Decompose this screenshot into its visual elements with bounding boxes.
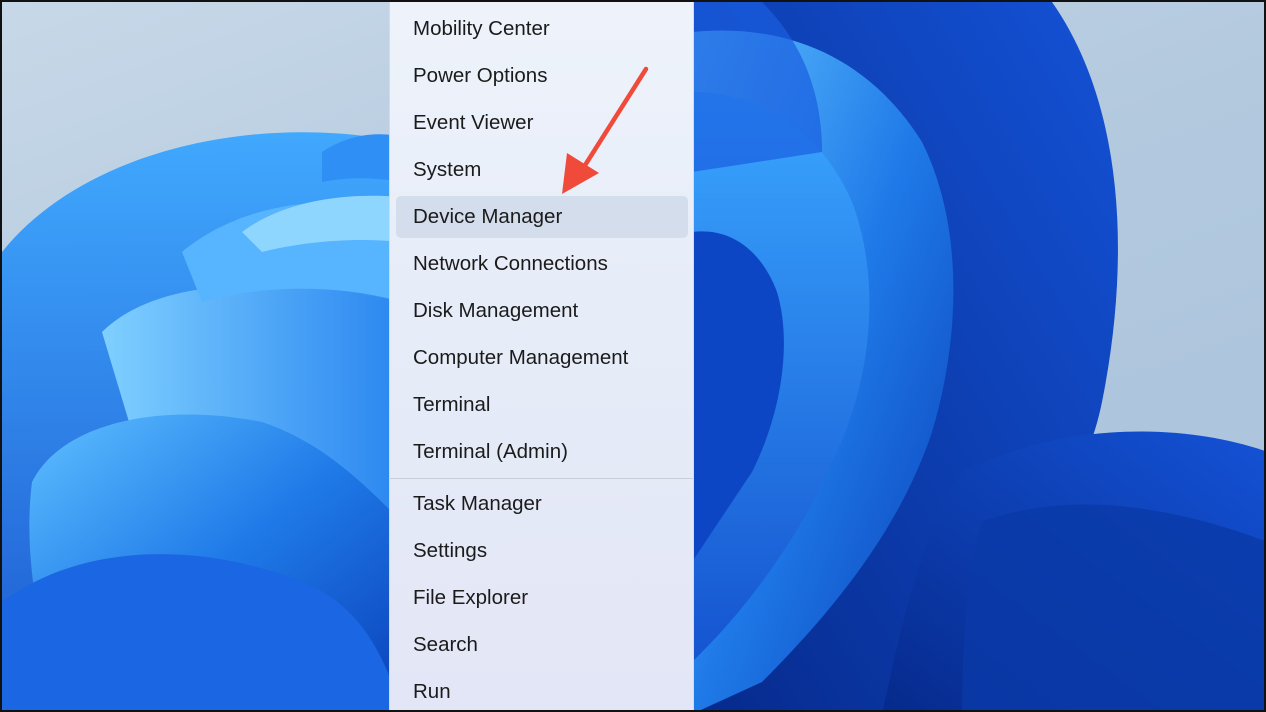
- menu-item-label: Device Manager: [413, 205, 563, 228]
- winx-context-menu: Mobility Center Power Options Event View…: [389, 2, 694, 710]
- menu-item-label: System: [413, 158, 482, 181]
- menu-separator: [390, 478, 693, 479]
- menu-item-label: Event Viewer: [413, 111, 534, 134]
- screenshot-frame: Mobility Center Power Options Event View…: [0, 0, 1266, 712]
- menu-item-network-connections[interactable]: Network Connections: [396, 243, 688, 285]
- menu-item-label: Task Manager: [413, 492, 542, 515]
- menu-item-label: Disk Management: [413, 299, 579, 322]
- menu-item-label: Search: [413, 633, 478, 656]
- menu-item-label: Run: [413, 680, 451, 703]
- menu-item-label: File Explorer: [413, 586, 529, 609]
- menu-item-settings[interactable]: Settings: [396, 530, 688, 572]
- menu-item-run[interactable]: Run: [396, 671, 688, 710]
- menu-item-label: Power Options: [413, 64, 548, 87]
- menu-item-label: Terminal: [413, 393, 491, 416]
- menu-item-label: Network Connections: [413, 252, 608, 275]
- menu-item-label: Computer Management: [413, 346, 629, 369]
- menu-item-device-manager[interactable]: Device Manager: [396, 196, 688, 238]
- menu-item-event-viewer[interactable]: Event Viewer: [396, 102, 688, 144]
- menu-item-disk-management[interactable]: Disk Management: [396, 290, 688, 332]
- menu-item-label: Settings: [413, 539, 488, 562]
- menu-item-task-manager[interactable]: Task Manager: [396, 483, 688, 525]
- menu-item-terminal-admin[interactable]: Terminal (Admin): [396, 431, 688, 473]
- menu-item-file-explorer[interactable]: File Explorer: [396, 577, 688, 619]
- menu-item-label: Terminal (Admin): [413, 440, 568, 463]
- menu-item-power-options[interactable]: Power Options: [396, 55, 688, 97]
- menu-item-label: Mobility Center: [413, 17, 550, 40]
- menu-item-mobility-center[interactable]: Mobility Center: [396, 8, 688, 50]
- menu-item-search[interactable]: Search: [396, 624, 688, 666]
- menu-item-computer-management[interactable]: Computer Management: [396, 337, 688, 379]
- menu-item-terminal[interactable]: Terminal: [396, 384, 688, 426]
- menu-item-system[interactable]: System: [396, 149, 688, 191]
